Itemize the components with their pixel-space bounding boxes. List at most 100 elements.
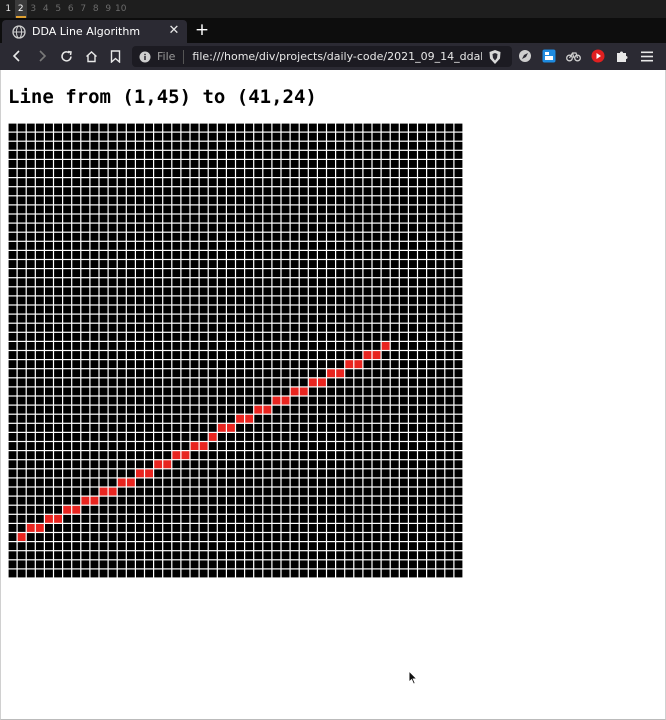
grid-cell	[72, 214, 81, 223]
brave-shield-icon[interactable]	[488, 49, 502, 65]
grid-cell	[390, 214, 399, 223]
new-tab-button[interactable]: +	[192, 20, 212, 41]
url-text[interactable]: file:///home/div/projects/daily-code/202…	[192, 50, 482, 63]
extension-compass-button[interactable]	[516, 47, 534, 65]
grid-cell	[454, 496, 463, 505]
grid-cell	[290, 451, 299, 460]
grid-cell	[254, 378, 263, 387]
extension-bike-button[interactable]	[564, 47, 582, 65]
grid-cell	[81, 369, 90, 378]
grid-cell	[208, 205, 217, 214]
workspace-8[interactable]: 8	[90, 0, 103, 18]
grid-cell	[181, 323, 190, 332]
grid-cell	[318, 178, 326, 187]
workspace-6[interactable]: 6	[65, 0, 78, 18]
grid-cell	[35, 241, 44, 250]
grid-cell	[117, 469, 126, 478]
info-icon[interactable]	[139, 51, 151, 63]
grid-cell	[281, 451, 290, 460]
line-pixel	[26, 524, 35, 532]
grid-cell	[99, 287, 108, 296]
line-pixel	[281, 396, 290, 405]
reload-button[interactable]	[57, 47, 75, 65]
grid-cell	[236, 296, 244, 305]
grid-cell	[126, 314, 135, 323]
grid-cell	[336, 342, 345, 350]
grid-cell	[290, 342, 299, 350]
grid-cell	[427, 487, 436, 496]
grid-cell	[436, 178, 445, 187]
workspace-3[interactable]: 3	[27, 0, 40, 18]
grid-cell	[281, 323, 290, 332]
grid-cell	[436, 569, 445, 578]
workspace-5[interactable]: 5	[52, 0, 65, 18]
address-bar[interactable]: File file:///home/div/projects/daily-cod…	[132, 46, 512, 67]
grid-cell	[436, 223, 445, 232]
grid-cell	[145, 351, 153, 359]
extensions-button[interactable]	[613, 47, 631, 65]
grid-cell	[372, 296, 381, 305]
bookmark-button[interactable]	[106, 47, 124, 65]
grid-cell	[399, 378, 408, 387]
grid-cell	[126, 278, 135, 287]
grid-cell	[363, 260, 372, 268]
grid-cell	[445, 469, 454, 478]
grid-cell	[8, 269, 17, 278]
grid-cell	[354, 196, 363, 205]
line-pixel	[299, 387, 308, 396]
grid-cell	[8, 378, 17, 387]
extension-video-button[interactable]	[589, 47, 607, 65]
grid-cell	[354, 378, 363, 387]
grid-cell	[217, 414, 226, 423]
close-icon[interactable]: ✕	[166, 23, 182, 39]
home-button[interactable]	[82, 47, 100, 65]
grid-cell	[254, 551, 263, 560]
workspace-4[interactable]: 4	[40, 0, 53, 18]
grid-cell	[35, 205, 44, 214]
forward-button[interactable]	[33, 47, 51, 65]
grid-cell	[26, 469, 35, 478]
workspace-10[interactable]: 10	[115, 0, 128, 18]
grid-cell	[445, 542, 454, 551]
grid-cell	[272, 232, 281, 241]
grid-cell	[409, 478, 417, 487]
grid-cell	[409, 460, 417, 469]
workspace-7[interactable]: 7	[77, 0, 90, 18]
grid-cell	[327, 560, 335, 569]
grid-cell	[418, 141, 426, 150]
grid-cell	[436, 141, 445, 150]
grid-cell	[26, 196, 35, 205]
back-button[interactable]	[8, 47, 26, 65]
workspace-9[interactable]: 9	[102, 0, 115, 18]
grid-cell	[108, 169, 117, 177]
grid-cell	[399, 287, 408, 296]
grid-cell	[290, 369, 299, 378]
workspace-1[interactable]: 1	[2, 0, 15, 18]
tab-dda-line-algorithm[interactable]: DDA Line Algorithm ✕	[2, 20, 187, 43]
grid-cell	[327, 196, 335, 205]
workspace-2[interactable]: 2	[14, 0, 27, 18]
extension-blue-button[interactable]	[540, 47, 558, 65]
line-pixel	[363, 351, 372, 359]
grid-cell	[381, 533, 390, 541]
grid-cell	[81, 169, 90, 177]
grid-cell	[336, 150, 345, 159]
grid-cell	[418, 433, 426, 441]
grid-cell	[108, 160, 117, 168]
grid-cell	[17, 178, 26, 187]
grid-cell	[399, 551, 408, 560]
grid-cell	[327, 396, 335, 405]
grid-cell	[154, 524, 163, 532]
grid-cell	[45, 405, 53, 414]
grid-cell	[409, 141, 417, 150]
grid-cell	[318, 414, 326, 423]
grid-cell	[327, 423, 335, 432]
grid-cell	[145, 451, 153, 460]
grid-cell	[108, 514, 117, 523]
grid-cell	[108, 433, 117, 441]
grid-cell	[381, 196, 390, 205]
grid-cell	[272, 132, 281, 141]
menu-button[interactable]	[638, 47, 656, 65]
grid-cell	[290, 405, 299, 414]
grid-cell	[172, 505, 181, 514]
